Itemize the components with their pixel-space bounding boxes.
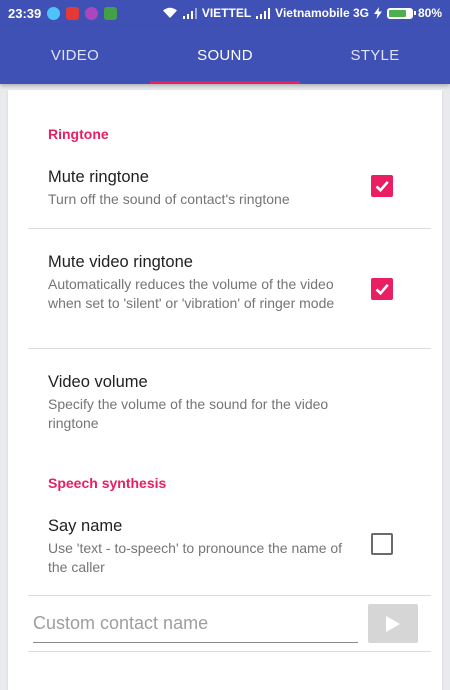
battery-icon — [386, 7, 416, 19]
battery-level — [388, 9, 407, 17]
signal-icon — [182, 7, 197, 19]
pref-title: Say name — [48, 517, 123, 535]
pref-summary: Automatically reduces the volume of the … — [48, 276, 335, 311]
app-icon — [85, 6, 99, 20]
pref-mute-video-ringtone[interactable]: Mute video ringtone Automatically reduce… — [48, 252, 348, 313]
carrier-2: Vietnamobile 3G — [275, 6, 369, 20]
status-bar: 23:39 VIETTEL Vietnamobile 3G 80% — [0, 0, 450, 26]
pref-video-volume[interactable]: Video volume Specify the volume of the s… — [48, 372, 348, 433]
play-button[interactable] — [368, 604, 418, 643]
mute-ringtone-checkbox[interactable] — [371, 175, 393, 197]
divider — [28, 651, 431, 652]
wifi-icon — [162, 7, 177, 18]
pref-title: Mute video ringtone — [48, 253, 193, 271]
pref-say-name[interactable]: Say name Use 'text - to-speech' to prono… — [48, 516, 348, 577]
divider — [28, 228, 431, 229]
tab-video[interactable]: VIDEO — [0, 26, 150, 84]
messenger-icon — [47, 6, 61, 20]
pref-mute-ringtone[interactable]: Mute ringtone Turn off the sound of cont… — [48, 167, 348, 209]
play-icon — [386, 615, 400, 632]
status-time: 23:39 — [8, 5, 42, 21]
custom-contact-name-input[interactable] — [33, 604, 358, 643]
section-header-speech-synthesis: Speech synthesis — [48, 475, 167, 491]
play-store-icon — [104, 6, 118, 20]
pref-title: Video volume — [48, 373, 148, 391]
check-icon — [375, 283, 389, 296]
mute-video-ringtone-checkbox[interactable] — [371, 278, 393, 300]
divider — [28, 595, 431, 596]
battery-percentage: 80% — [417, 6, 442, 20]
say-name-checkbox[interactable] — [371, 533, 393, 555]
pref-summary: Use 'text - to-speech' to pronounce the … — [48, 540, 343, 575]
pref-summary: Turn off the sound of contact's ringtone — [48, 191, 290, 207]
tab-bar: VIDEO SOUND STYLE — [0, 26, 450, 84]
charging-icon — [373, 7, 382, 19]
tab-sound[interactable]: SOUND — [150, 26, 300, 84]
check-icon — [375, 180, 389, 193]
pref-summary: Specify the volume of the sound for the … — [48, 396, 329, 431]
carrier-1: VIETTEL — [201, 6, 252, 20]
tab-style[interactable]: STYLE — [300, 26, 450, 84]
pref-title: Mute ringtone — [48, 168, 149, 186]
settings-card: Ringtone Mute ringtone Turn off the soun… — [8, 90, 442, 690]
signal-icon — [256, 7, 271, 19]
divider — [28, 348, 431, 349]
youtube-icon — [66, 6, 80, 20]
section-header-ringtone: Ringtone — [48, 126, 109, 142]
